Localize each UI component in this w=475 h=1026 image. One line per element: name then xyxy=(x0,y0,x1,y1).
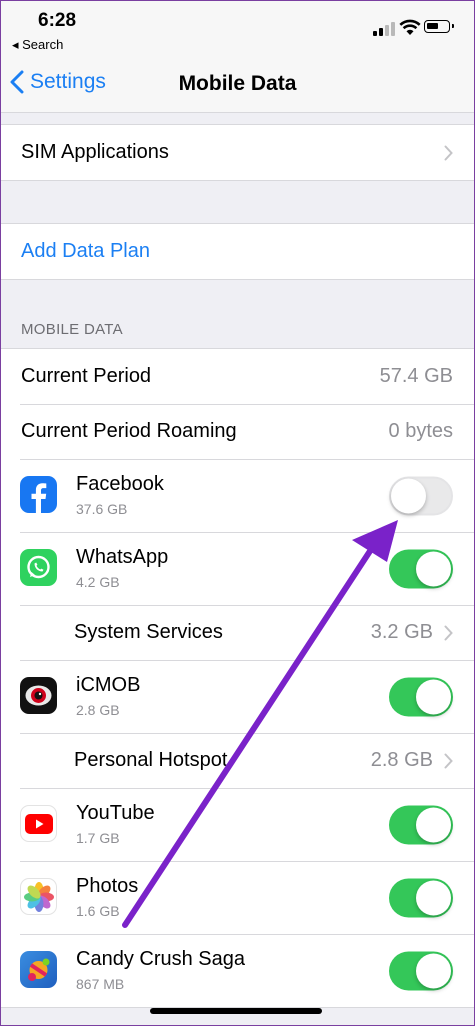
add-data-plan-row[interactable]: Add Data Plan xyxy=(0,224,475,279)
battery-icon xyxy=(424,20,454,33)
whatsapp-icon xyxy=(20,549,57,586)
app-name: YouTube xyxy=(76,802,155,824)
app-size: 1.7 GB xyxy=(76,830,120,846)
current-period-roaming-value: 0 bytes xyxy=(388,420,453,442)
app-name: Candy Crush Saga xyxy=(76,948,245,970)
app-size: 1.6 GB xyxy=(76,903,120,919)
facebook-mobile-data-toggle[interactable] xyxy=(389,476,453,515)
mobile-data-list: Current Period 57.4 GB Current Period Ro… xyxy=(0,348,475,1008)
icmob-mobile-data-toggle[interactable] xyxy=(389,677,453,716)
app-size: 2.8 GB xyxy=(76,702,120,718)
app-row-candy-crush: Candy Crush Saga 867 MB xyxy=(0,934,475,1007)
whatsapp-mobile-data-toggle[interactable] xyxy=(389,549,453,588)
sim-applications-label: SIM Applications xyxy=(21,141,169,163)
sim-group: SIM Applications xyxy=(0,124,475,181)
candy-crush-icon xyxy=(20,951,57,988)
app-row-icmob: iCMOB 2.8 GB xyxy=(0,660,475,733)
photos-mobile-data-toggle[interactable] xyxy=(389,878,453,917)
app-name: WhatsApp xyxy=(76,546,169,568)
app-name: Photos xyxy=(76,875,139,897)
app-size: 4.2 GB xyxy=(76,574,120,590)
chevron-right-icon xyxy=(444,753,453,768)
personal-hotspot-label: Personal Hotspot xyxy=(74,749,228,771)
back-to-app-link[interactable]: ◂ Search xyxy=(12,37,63,53)
personal-hotspot-value: 2.8 GB xyxy=(370,749,433,771)
status-time: 6:28 xyxy=(38,10,77,31)
current-period-row: Current Period 57.4 GB xyxy=(0,349,475,404)
app-size: 867 MB xyxy=(76,976,125,992)
navigation-bar: Settings Mobile Data xyxy=(0,56,475,113)
icmob-icon xyxy=(20,677,57,714)
wifi-icon xyxy=(399,19,421,35)
youtube-icon xyxy=(20,805,57,842)
app-name: Facebook xyxy=(76,473,164,495)
sim-applications-row[interactable]: SIM Applications xyxy=(0,125,475,180)
candy-crush-mobile-data-toggle[interactable] xyxy=(389,951,453,990)
app-row-youtube: YouTube 1.7 GB xyxy=(0,788,475,861)
personal-hotspot-row[interactable]: Personal Hotspot 2.8 GB xyxy=(0,733,475,788)
chevron-right-icon xyxy=(444,145,453,160)
chevron-right-icon xyxy=(444,625,453,640)
system-services-label: System Services xyxy=(74,621,223,643)
app-name: iCMOB xyxy=(76,674,141,696)
app-row-photos: Photos 1.6 GB xyxy=(0,861,475,934)
current-period-label: Current Period xyxy=(21,365,152,387)
youtube-mobile-data-toggle[interactable] xyxy=(389,805,453,844)
current-period-roaming-label: Current Period Roaming xyxy=(21,420,237,442)
cellular-signal-icon xyxy=(373,22,395,36)
page-title: Mobile Data xyxy=(178,72,297,95)
home-indicator xyxy=(150,1008,322,1014)
status-bar: 6:28 ◂ Search xyxy=(0,0,475,56)
photos-icon xyxy=(20,878,57,915)
add-data-plan-link[interactable]: Add Data Plan xyxy=(21,240,150,263)
section-header-mobile-data: MOBILE DATA xyxy=(21,321,123,338)
system-services-row[interactable]: System Services 3.2 GB xyxy=(0,605,475,660)
facebook-icon xyxy=(20,476,57,513)
current-period-roaming-row: Current Period Roaming 0 bytes xyxy=(0,404,475,459)
system-services-value: 3.2 GB xyxy=(370,621,433,643)
data-plan-group: Add Data Plan xyxy=(0,223,475,280)
app-size: 37.6 GB xyxy=(76,501,128,517)
app-row-whatsapp: WhatsApp 4.2 GB xyxy=(0,532,475,605)
current-period-value: 57.4 GB xyxy=(379,365,453,387)
app-row-facebook: Facebook 37.6 GB xyxy=(0,459,475,532)
